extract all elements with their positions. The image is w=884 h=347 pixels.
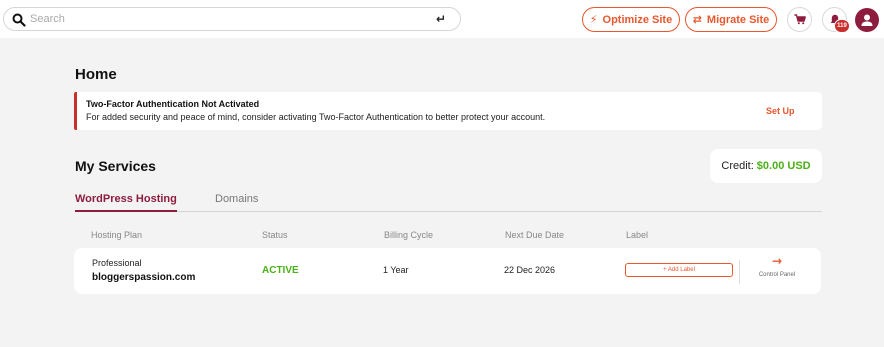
column-header-next-due-date: Next Due Date bbox=[505, 230, 565, 240]
migrate-site-label: Migrate Site bbox=[706, 13, 770, 26]
credit-amount: $0.00 USD bbox=[756, 160, 811, 172]
alert-title: Two-Factor Authentication Not Activated bbox=[86, 99, 260, 109]
plan-name: Professional bbox=[92, 258, 142, 268]
optimize-site-label: Optimize Site bbox=[602, 13, 673, 26]
billing-cycle: 1 Year bbox=[383, 265, 409, 275]
alert-text: For added security and peace of mind, co… bbox=[86, 112, 546, 122]
notification-badge: 119 bbox=[834, 19, 850, 33]
credit-box: Credit: $0.00 USD bbox=[710, 149, 822, 183]
tab-domains[interactable]: Domains bbox=[215, 192, 258, 212]
search-icon bbox=[12, 13, 26, 27]
page-title: Home bbox=[75, 66, 117, 83]
table-header: Hosting Plan Status Billing Cycle Next D… bbox=[91, 230, 791, 242]
user-avatar[interactable] bbox=[855, 8, 879, 32]
cart-icon bbox=[794, 14, 806, 25]
service-tabs: WordPress Hosting Domains bbox=[75, 192, 822, 212]
column-header-label: Label bbox=[626, 230, 649, 240]
next-due-date: 22 Dec 2026 bbox=[504, 265, 556, 275]
status-badge: ACTIVE bbox=[262, 265, 299, 276]
tab-wordpress-hosting[interactable]: WordPress Hosting bbox=[75, 192, 177, 212]
control-panel-button[interactable]: → Control Panel bbox=[750, 254, 804, 286]
column-header-billing-cycle: Billing Cycle bbox=[384, 230, 434, 240]
column-header-status: Status bbox=[262, 230, 288, 240]
add-label-button[interactable]: + Add Label bbox=[625, 263, 733, 277]
search-input[interactable] bbox=[30, 11, 410, 27]
two-factor-alert: Two-Factor Authentication Not Activated … bbox=[74, 92, 822, 130]
search-box[interactable]: ↵ bbox=[3, 7, 461, 31]
optimize-site-button[interactable]: ⚡ Optimize Site bbox=[582, 7, 680, 32]
plan-domain[interactable]: bloggerspassion.com bbox=[92, 272, 195, 283]
lightning-icon: ⚡ bbox=[589, 13, 598, 26]
enter-icon[interactable]: ↵ bbox=[436, 12, 446, 26]
user-avatar-icon bbox=[861, 14, 873, 26]
top-bar: ↵ ⚡ Optimize Site ⇄ Migrate Site 119 bbox=[0, 0, 884, 38]
cart-button[interactable] bbox=[787, 7, 812, 32]
row-divider bbox=[739, 260, 740, 284]
table-row[interactable]: Professional bloggerspassion.com ACTIVE … bbox=[74, 248, 821, 294]
swap-arrows-icon: ⇄ bbox=[692, 13, 702, 26]
arrow-right-icon: → bbox=[771, 254, 783, 268]
setup-link[interactable]: Set Up bbox=[766, 106, 795, 116]
alert-accent-bar bbox=[74, 92, 77, 130]
column-header-hosting-plan: Hosting Plan bbox=[91, 230, 143, 240]
migrate-site-button[interactable]: ⇄ Migrate Site bbox=[685, 7, 777, 32]
credit-label: Credit: bbox=[721, 160, 754, 172]
services-title: My Services bbox=[75, 158, 156, 174]
control-panel-label: Control Panel bbox=[758, 272, 796, 278]
